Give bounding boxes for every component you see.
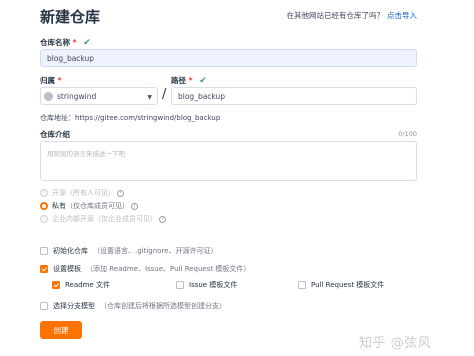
branch-model-label: 选择分支模型	[53, 302, 95, 310]
help-icon[interactable]: ?	[131, 202, 138, 210]
repo-name-label-text: 仓库名称	[40, 38, 70, 47]
path-value: blog_backup	[178, 91, 226, 101]
help-icon[interactable]: ?	[117, 189, 124, 197]
template-label: 设置模板	[53, 265, 81, 273]
checkbox-checked[interactable]	[40, 265, 48, 273]
path-label-text: 路径	[171, 76, 186, 85]
help-icon[interactable]: ?	[159, 215, 166, 223]
init-label: 初始化仓库	[53, 247, 88, 255]
template-hint: （添加 Readme、Issue、Pull Request 模板文件）	[86, 265, 251, 273]
option-label: 开源	[52, 189, 66, 197]
option-label: 企业内部开源	[52, 215, 94, 223]
description-placeholder: 用简短的语言来描述一下吧	[47, 150, 125, 158]
repo-name-label: 仓库名称 * ✔	[40, 37, 91, 48]
pr-template-label: Pull Request 模板文件	[311, 281, 385, 289]
checkbox[interactable]	[40, 302, 48, 310]
import-link[interactable]: 点击导入	[387, 11, 417, 20]
avatar	[44, 91, 53, 101]
owner-label: 归属 *	[40, 75, 62, 86]
required-mark: *	[72, 38, 77, 47]
visibility-option-private[interactable]: 私有 （仅仓库成员可见） ?	[40, 201, 138, 211]
issue-template-label: Issue 模板文件	[189, 281, 238, 289]
import-hint-text: 在其他网站已经有仓库了吗？	[286, 11, 385, 20]
owner-label-text: 归属	[40, 76, 55, 85]
description-counter: 0/100	[398, 130, 417, 138]
init-hint: （设置语言、.gitignore、开源许可证）	[93, 247, 218, 255]
chevron-down-icon: ▼	[147, 94, 152, 101]
repo-name-value: blog_backup	[47, 53, 95, 63]
issue-template-checkbox[interactable]: Issue 模板文件	[176, 280, 237, 290]
readme-label: Readme 文件	[65, 281, 110, 289]
radio-public[interactable]	[40, 189, 48, 197]
checkbox[interactable]	[298, 281, 306, 289]
radio-private[interactable]	[40, 202, 48, 210]
owner-select[interactable]: stringwind ▼	[40, 87, 158, 105]
repo-url-label: 仓库地址：	[40, 114, 75, 122]
path-separator: /	[162, 87, 167, 102]
pr-template-checkbox[interactable]: Pull Request 模板文件	[298, 280, 384, 290]
path-input[interactable]: blog_backup	[171, 87, 417, 105]
option-label: 私有	[52, 202, 66, 210]
import-hint: 在其他网站已经有仓库了吗？ 点击导入	[287, 10, 418, 21]
readme-checkbox[interactable]: Readme 文件	[52, 280, 110, 290]
check-icon: ✔	[83, 38, 91, 48]
checkbox-checked[interactable]	[52, 281, 60, 289]
option-hint: （仅仓库成员可见）	[66, 202, 129, 210]
watermark: 知乎 @弦风	[359, 336, 432, 351]
create-button[interactable]: 创建	[40, 321, 82, 339]
branch-model-checkbox[interactable]: 选择分支模型 （仓库创建后将根据所选模型创建分支）	[40, 301, 226, 311]
path-label: 路径 * ✔	[171, 75, 207, 86]
description-label: 仓库介绍	[40, 130, 70, 139]
init-repo-checkbox[interactable]: 初始化仓库 （设置语言、.gitignore、开源许可证）	[40, 246, 218, 256]
repo-url: 仓库地址：https://gitee.com/stringwind/blog_b…	[40, 113, 220, 123]
radio-enterprise[interactable]	[40, 215, 48, 223]
description-textarea[interactable]: 用简短的语言来描述一下吧	[40, 141, 417, 181]
option-hint: （仅企业成员可见）	[94, 215, 157, 223]
option-hint: （所有人可见）	[66, 189, 115, 197]
check-icon: ✔	[199, 76, 207, 86]
repo-url-value: https://gitee.com/stringwind/blog_backup	[75, 114, 221, 122]
repo-name-input[interactable]: blog_backup	[40, 49, 417, 67]
required-mark: *	[188, 76, 193, 85]
branch-model-hint: （仓库创建后将根据所选模型创建分支）	[100, 302, 226, 310]
required-mark: *	[57, 76, 62, 85]
checkbox[interactable]	[176, 281, 184, 289]
owner-value: stringwind	[57, 91, 97, 101]
visibility-option-enterprise[interactable]: 企业内部开源 （仅企业成员可见） ?	[40, 214, 166, 224]
visibility-option-public[interactable]: 开源 （所有人可见） ?	[40, 188, 124, 198]
page-title: 新建仓库	[40, 8, 101, 26]
template-checkbox[interactable]: 设置模板 （添加 Readme、Issue、Pull Request 模板文件）	[40, 264, 250, 274]
checkbox[interactable]	[40, 247, 48, 255]
